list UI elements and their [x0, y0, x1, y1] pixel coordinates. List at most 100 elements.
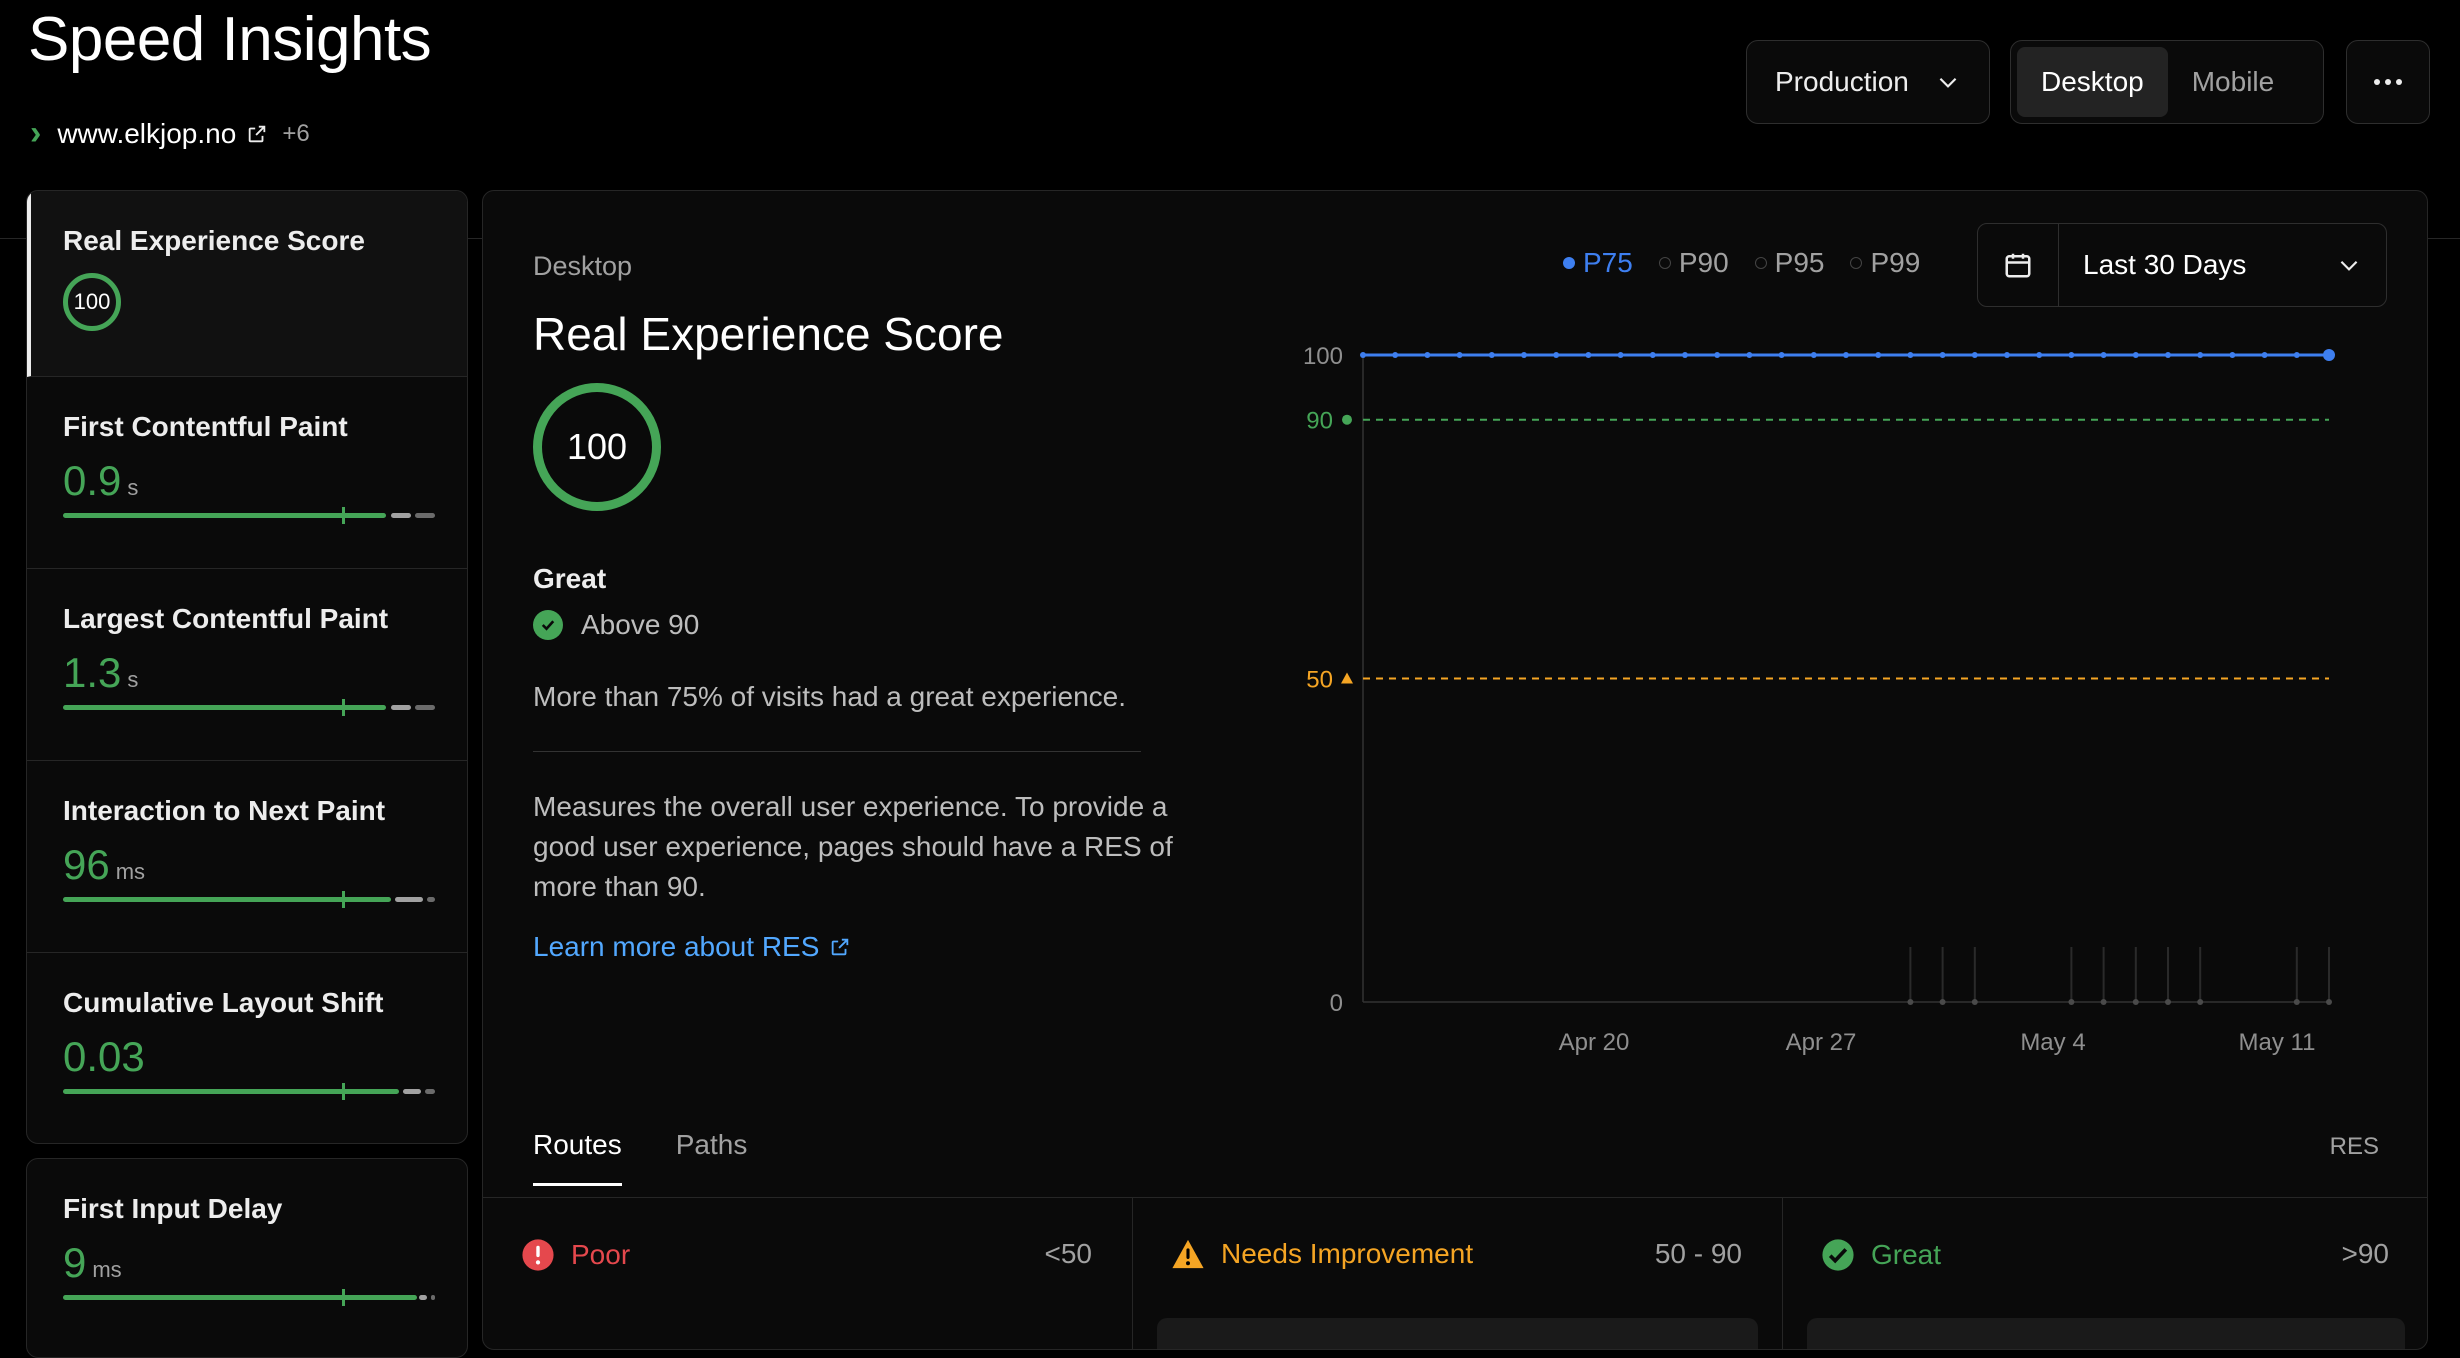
volume-dot — [1907, 999, 1914, 1005]
legend-p95[interactable]: P95 — [1754, 247, 1824, 279]
metric-fcp[interactable]: First Contentful Paint 0.9 s — [27, 377, 467, 569]
volume-dot — [2100, 999, 2107, 1005]
metric-detail-panel: Desktop Real Experience Score 100 Great … — [482, 190, 2428, 1350]
calendar-icon — [1978, 224, 2059, 306]
legend-p90[interactable]: P90 — [1658, 247, 1729, 279]
legend-p75[interactable]: P75 — [1563, 247, 1633, 279]
summary-text: More than 75% of visits had a great expe… — [533, 681, 1127, 712]
threshold-text: Above 90 — [581, 609, 700, 640]
project-domain[interactable]: › www.elkjop.no +6 — [30, 114, 310, 153]
metric-name: Cumulative Layout Shift — [63, 987, 384, 1018]
data-point — [2261, 352, 2268, 358]
more-options-button[interactable] — [2346, 40, 2430, 124]
data-point — [1875, 352, 1882, 358]
alert-circle-icon — [521, 1238, 555, 1272]
breakdown-tabs: Routes Paths — [533, 1129, 801, 1186]
volume-dot — [2326, 999, 2332, 1005]
metric-res[interactable]: Real Experience Score 100 — [27, 191, 467, 377]
rating-label: Great — [533, 563, 607, 594]
data-point — [1553, 352, 1560, 358]
data-point — [1746, 352, 1753, 358]
volume-dot — [2293, 999, 2300, 1005]
metric-unit: s — [127, 475, 139, 500]
bucket-range: <50 — [1044, 1238, 1093, 1269]
distribution-bar — [63, 1289, 435, 1306]
data-point — [1392, 352, 1399, 358]
metric-lcp[interactable]: Largest Contentful Paint 1.3 s — [27, 569, 467, 761]
check-circle-icon — [533, 610, 563, 640]
volume-dot — [2068, 999, 2075, 1005]
environment-select[interactable]: Production — [1746, 40, 1990, 124]
metric-name: Real Experience Score — [63, 225, 365, 256]
metric-unit: ms — [92, 1257, 122, 1282]
tab-mobile[interactable]: Mobile — [2168, 47, 2298, 117]
bucket-label: Great — [1871, 1239, 1942, 1270]
metric-name: Largest Contentful Paint — [63, 603, 389, 634]
score-ring: 100 — [533, 383, 661, 511]
metric-unit: s — [127, 667, 139, 692]
volume-dot — [1939, 999, 1946, 1005]
data-point — [1939, 352, 1946, 358]
threshold-marker — [1341, 672, 1353, 684]
bucket-poor: Poor <50 — [483, 1198, 1133, 1349]
data-point — [2004, 352, 2010, 358]
learn-more-label: Learn more about RES — [533, 931, 820, 962]
bucket-label: Needs Improvement — [1221, 1238, 1474, 1269]
external-link-icon[interactable] — [246, 123, 268, 145]
chevron-right-icon: › — [30, 114, 42, 152]
data-point — [1456, 352, 1463, 358]
metric-value: 0.03 — [63, 1033, 145, 1080]
data-point — [2068, 352, 2075, 358]
bucket-needs-improvement: Needs Improvement 50 - 90 — [1133, 1198, 1783, 1349]
environment-label: Production — [1775, 66, 1909, 97]
tab-desktop[interactable]: Desktop — [2017, 47, 2168, 117]
data-point — [1843, 352, 1849, 358]
score-ring: 100 — [63, 273, 121, 331]
metric-title: Real Experience Score — [533, 308, 1004, 360]
legend-p99[interactable]: P99 — [1850, 247, 1920, 279]
tab-routes[interactable]: Routes — [533, 1129, 622, 1186]
device-toggle[interactable]: Desktop Mobile — [2010, 40, 2324, 124]
check-circle-icon — [1821, 1238, 1855, 1272]
date-range-select[interactable]: Last 30 Days — [1977, 223, 2387, 307]
threshold-label: 90 — [1306, 408, 1333, 435]
more-domains-count[interactable]: +6 — [282, 120, 309, 148]
metric-name: First Contentful Paint — [63, 411, 348, 442]
data-point — [1617, 352, 1624, 358]
y-tick-label: 100 — [1303, 343, 1343, 370]
data-point — [1521, 352, 1527, 358]
res-column-label: RES — [2329, 1133, 2379, 1160]
distribution-bar — [63, 1083, 435, 1100]
volume-dot — [1971, 999, 1978, 1005]
x-tick-label: May 4 — [2020, 1029, 2085, 1056]
metric-cls[interactable]: Cumulative Layout Shift 0.03 — [27, 953, 467, 1143]
divider — [533, 751, 1141, 752]
data-point — [1971, 352, 1978, 358]
chevron-down-icon — [2336, 252, 2386, 278]
metric-fid[interactable]: First Input Delay 9 ms — [27, 1159, 467, 1357]
threshold-marker — [1342, 414, 1352, 425]
data-point — [2197, 352, 2204, 358]
data-point — [1778, 352, 1785, 358]
x-tick-label: Apr 20 — [1559, 1029, 1630, 1056]
domain-link[interactable]: www.elkjop.no — [57, 118, 236, 150]
learn-more-link[interactable]: Learn more about RES — [533, 931, 851, 963]
data-point — [2293, 352, 2300, 358]
ellipsis-icon — [2373, 78, 2403, 86]
tab-paths[interactable]: Paths — [676, 1129, 748, 1186]
threshold-label: 50 — [1306, 667, 1333, 694]
external-link-icon — [829, 936, 851, 958]
percentile-legend: P75 P90 P95 P99 — [1563, 247, 1946, 279]
date-range-label: Last 30 Days — [2083, 249, 2247, 280]
route-card[interactable] — [1807, 1318, 2405, 1349]
route-card[interactable] — [1157, 1318, 1758, 1349]
chevron-down-icon — [1935, 69, 1961, 95]
metric-name: First Input Delay — [63, 1193, 283, 1224]
metric-value: 1.3 — [63, 649, 122, 696]
data-point — [2229, 352, 2236, 358]
metric-inp[interactable]: Interaction to Next Paint 96 ms — [27, 761, 467, 953]
data-point — [1424, 352, 1431, 358]
data-point — [2132, 352, 2139, 358]
metric-value: 96 — [63, 841, 110, 888]
distribution-bar — [63, 699, 435, 716]
